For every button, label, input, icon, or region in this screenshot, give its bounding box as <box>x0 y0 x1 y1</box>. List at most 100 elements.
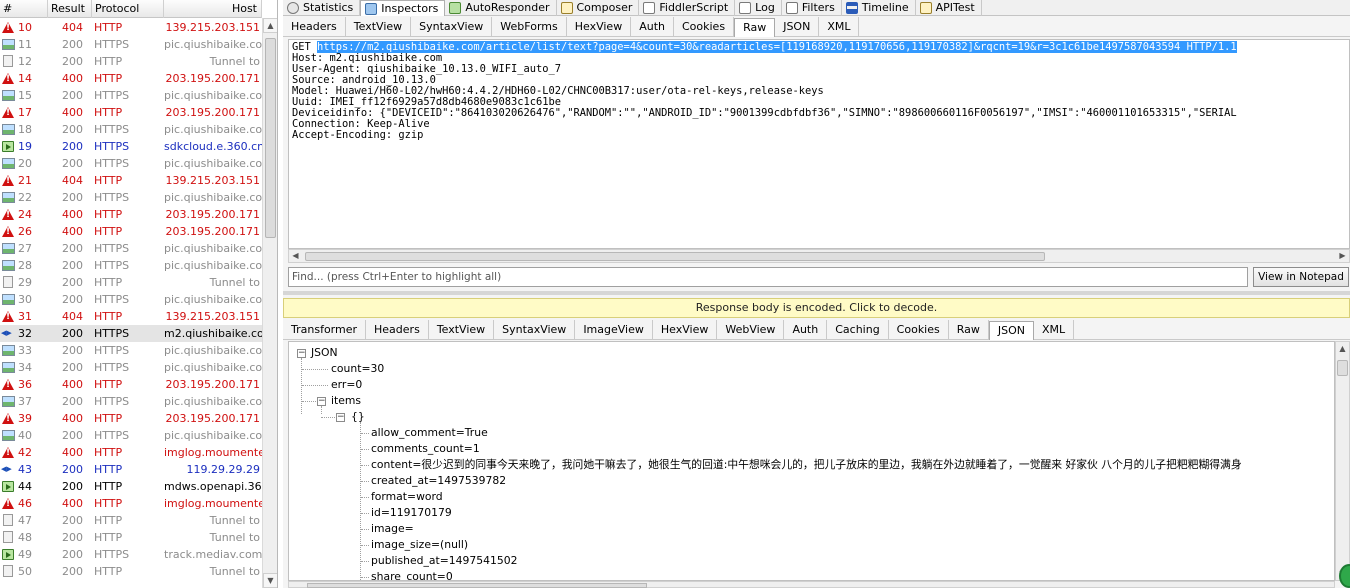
session-row[interactable]: 44 200 HTTP mdws.openapi.360.cn <box>0 478 262 495</box>
json-field-node[interactable]: allow_comment=True <box>371 425 488 441</box>
session-row[interactable]: 40 200 HTTPS pic.qiushibaike.com <box>0 427 262 444</box>
json-root-node[interactable]: JSON <box>311 345 338 361</box>
session-row[interactable]: 49 200 HTTPS track.mediav.com <box>0 546 262 563</box>
tab-fiddlerscript[interactable]: FiddlerScript <box>639 0 736 16</box>
session-row[interactable]: ◀▶ 43 200 HTTP 119.29.29.29 <box>0 461 262 478</box>
scrollbar-thumb[interactable] <box>305 252 1045 261</box>
session-row[interactable]: 27 200 HTTPS pic.qiushibaike.com <box>0 240 262 257</box>
response-tab-auth[interactable]: Auth <box>784 320 828 339</box>
scrollbar-thumb[interactable] <box>1337 360 1348 376</box>
response-json-tree[interactable]: − JSON count=30 err=0 − items − {} allow… <box>288 341 1335 581</box>
tab-composer[interactable]: Composer <box>557 0 640 16</box>
json-field-node[interactable]: created_at=1497539782 <box>371 473 506 489</box>
response-encoded-notice[interactable]: Response body is encoded. Click to decod… <box>283 298 1350 318</box>
collapse-json-icon[interactable]: − <box>297 349 306 358</box>
json-horizontal-scrollbar[interactable] <box>288 581 1335 588</box>
scrollbar-thumb[interactable] <box>307 583 647 588</box>
json-field-node[interactable]: published_at=1497541502 <box>371 553 518 569</box>
json-field-node[interactable]: share_count=0 <box>371 569 453 580</box>
column-header-number[interactable]: # <box>0 0 48 18</box>
request-tab-headers[interactable]: Headers <box>283 17 346 36</box>
session-row[interactable]: 36 400 HTTP 203.195.200.171 <box>0 376 262 393</box>
tab-log[interactable]: Log <box>735 0 782 16</box>
session-row[interactable]: 33 200 HTTPS pic.qiushibaike.com <box>0 342 262 359</box>
session-row[interactable]: 34 200 HTTPS pic.qiushibaike.com <box>0 359 262 376</box>
response-tab-json[interactable]: JSON <box>988 321 1035 340</box>
session-row[interactable]: 18 200 HTTPS pic.qiushibaike.com <box>0 121 262 138</box>
response-tab-webview[interactable]: WebView <box>717 320 785 339</box>
request-tab-auth[interactable]: Auth <box>631 17 674 36</box>
session-row[interactable]: ◀▶ 32 200 HTTPS m2.qiushibaike.com <box>0 325 262 342</box>
session-row[interactable]: 31 404 HTTP 139.215.203.151 <box>0 308 262 325</box>
request-tab-raw[interactable]: Raw <box>734 18 776 37</box>
json-node-count[interactable]: count=30 <box>331 361 384 377</box>
request-tab-cookies[interactable]: Cookies <box>674 17 735 36</box>
request-tab-textview[interactable]: TextView <box>346 17 412 36</box>
panel-splitter[interactable] <box>283 291 1350 295</box>
response-tab-syntaxview[interactable]: SyntaxView <box>494 320 576 339</box>
response-tab-textview[interactable]: TextView <box>429 320 495 339</box>
scroll-left-arrow-icon[interactable]: ◀ <box>289 250 302 262</box>
json-field-node[interactable]: image= <box>371 521 414 537</box>
json-node-err[interactable]: err=0 <box>331 377 362 393</box>
session-row[interactable]: 17 400 HTTP 203.195.200.171 <box>0 104 262 121</box>
session-row[interactable]: 47 200 HTTP Tunnel to <box>0 512 262 529</box>
tab-statistics[interactable]: Statistics <box>283 0 361 16</box>
session-row[interactable]: 39 400 HTTP 203.195.200.171 <box>0 410 262 427</box>
session-row[interactable]: 28 200 HTTPS pic.qiushibaike.com <box>0 257 262 274</box>
response-tab-xml[interactable]: XML <box>1034 320 1075 339</box>
json-field-node[interactable]: id=119170179 <box>371 505 452 521</box>
request-tab-xml[interactable]: XML <box>819 17 860 36</box>
session-row[interactable]: 26 400 HTTP 203.195.200.171 <box>0 223 262 240</box>
session-row[interactable]: 29 200 HTTP Tunnel to <box>0 274 262 291</box>
scroll-up-arrow-icon[interactable]: ▲ <box>1336 342 1349 355</box>
request-tab-webforms[interactable]: WebForms <box>492 17 567 36</box>
column-header-protocol[interactable]: Protocol <box>92 0 164 18</box>
response-tab-imageview[interactable]: ImageView <box>575 320 653 339</box>
session-row[interactable]: 30 200 HTTPS pic.qiushibaike.com <box>0 291 262 308</box>
session-row[interactable]: 50 200 HTTP Tunnel to <box>0 563 262 580</box>
tab-timeline[interactable]: Timeline <box>842 0 916 16</box>
session-row[interactable]: 24 400 HTTP 203.195.200.171 <box>0 206 262 223</box>
response-tab-cookies[interactable]: Cookies <box>889 320 949 339</box>
request-raw-view[interactable]: GET https://m2.qiushibaike.com/article/l… <box>288 39 1350 249</box>
collapse-object-icon[interactable]: − <box>336 413 345 422</box>
tab-filters[interactable]: Filters <box>782 0 842 16</box>
json-node-object[interactable]: {} <box>351 409 365 425</box>
request-tab-syntaxview[interactable]: SyntaxView <box>411 17 493 36</box>
scrollbar-thumb[interactable] <box>265 38 276 238</box>
request-horizontal-scrollbar[interactable]: ◀ ▶ <box>288 249 1350 263</box>
collapse-items-icon[interactable]: − <box>317 397 326 406</box>
column-header-result[interactable]: Result <box>48 0 92 18</box>
session-row[interactable]: 20 200 HTTPS pic.qiushibaike.com <box>0 155 262 172</box>
tab-apitest[interactable]: APITest <box>916 0 982 16</box>
json-field-node[interactable]: format=word <box>371 489 443 505</box>
session-row[interactable]: 48 200 HTTP Tunnel to <box>0 529 262 546</box>
response-tab-raw[interactable]: Raw <box>949 320 989 339</box>
json-vertical-scrollbar[interactable]: ▲ ▼ <box>1335 341 1350 581</box>
json-field-node[interactable]: comments_count=1 <box>371 441 480 457</box>
response-tab-transformer[interactable]: Transformer <box>283 320 367 339</box>
find-input[interactable] <box>288 267 1248 287</box>
session-row[interactable]: 15 200 HTTPS pic.qiushibaike.com <box>0 87 262 104</box>
session-row[interactable]: 10 404 HTTP 139.215.203.151 <box>0 19 262 36</box>
json-node-items[interactable]: items <box>331 393 361 409</box>
scroll-right-arrow-icon[interactable]: ▶ <box>1336 250 1349 262</box>
json-field-node[interactable]: image_size=(null) <box>371 537 468 553</box>
session-list-scrollbar[interactable]: ▲ ▼ <box>262 18 277 588</box>
response-tab-caching[interactable]: Caching <box>827 320 889 339</box>
response-tab-headers[interactable]: Headers <box>366 320 429 339</box>
tab-autoresponder[interactable]: AutoResponder <box>445 0 557 16</box>
session-row[interactable]: 12 200 HTTP Tunnel to <box>0 53 262 70</box>
request-tab-json[interactable]: JSON <box>775 17 820 36</box>
view-in-notepad-button[interactable]: View in Notepad <box>1253 267 1349 287</box>
session-row[interactable]: 14 400 HTTP 203.195.200.171 <box>0 70 262 87</box>
session-row[interactable]: 22 200 HTTPS pic.qiushibaike.com <box>0 189 262 206</box>
session-row[interactable]: 37 200 HTTPS pic.qiushibaike.com <box>0 393 262 410</box>
request-tab-hexview[interactable]: HexView <box>567 17 632 36</box>
session-row[interactable]: 19 200 HTTPS sdkcloud.e.360.cn <box>0 138 262 155</box>
tab-inspectors[interactable]: Inspectors <box>360 0 446 16</box>
session-row[interactable]: 21 404 HTTP 139.215.203.151 <box>0 172 262 189</box>
session-row[interactable]: 11 200 HTTPS pic.qiushibaike.com <box>0 36 262 53</box>
session-row[interactable]: 42 400 HTTP imglog.moumentei.co <box>0 444 262 461</box>
